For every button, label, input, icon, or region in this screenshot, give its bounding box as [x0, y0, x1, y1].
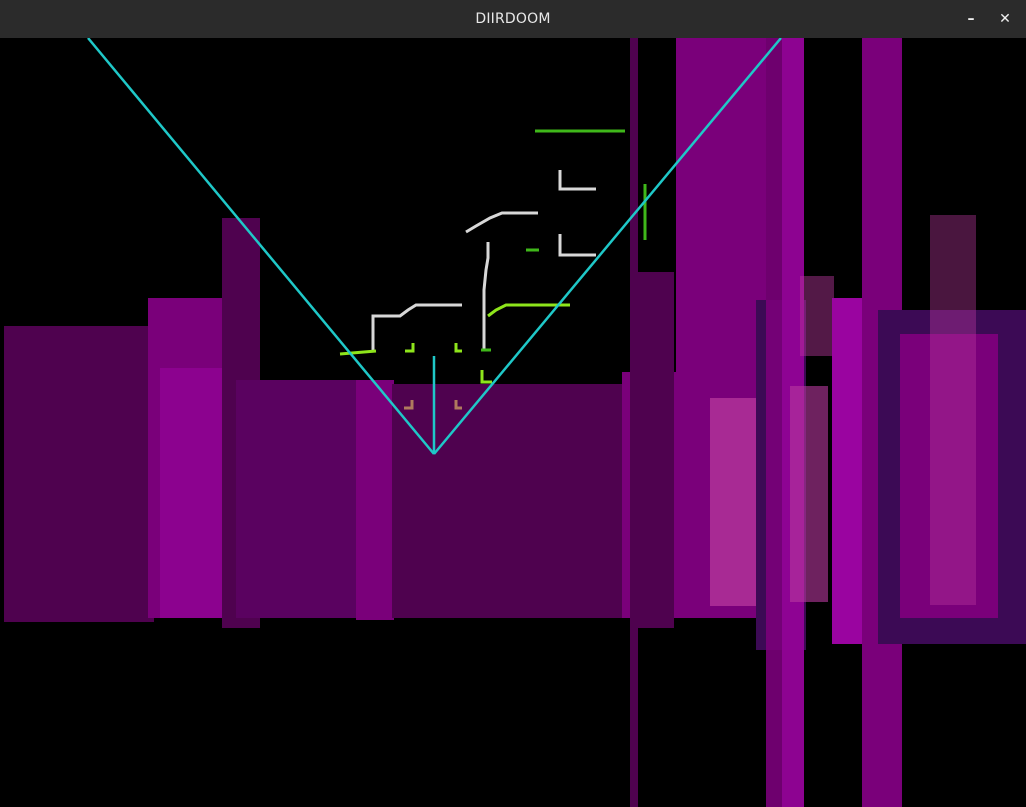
- automap-wall: [339, 349, 377, 356]
- render-canvas: [4, 38, 1026, 807]
- automap-wall: [405, 343, 415, 353]
- automap-wall: [558, 234, 596, 257]
- game-window: DIIRDOOM – ✕: [0, 0, 1026, 807]
- window-title: DIIRDOOM: [475, 11, 551, 27]
- minimize-button[interactable]: –: [960, 8, 982, 30]
- title-bar[interactable]: DIIRDOOM – ✕: [0, 0, 1026, 39]
- automap-wall: [480, 370, 492, 384]
- wall-column: [930, 215, 976, 605]
- automap-wall: [558, 170, 596, 191]
- close-icon: ✕: [999, 11, 1011, 27]
- wall-column: [236, 380, 356, 618]
- wall-column: [4, 326, 154, 622]
- wall-columns: [4, 38, 1026, 807]
- wall-column: [790, 386, 828, 602]
- automap-wall: [454, 343, 462, 353]
- wall-column: [356, 380, 394, 620]
- game-viewport[interactable]: [0, 38, 1026, 807]
- automap-wall: [482, 242, 490, 350]
- wall-column: [636, 272, 674, 628]
- wall-column: [800, 276, 834, 356]
- automap-overlay: [339, 129, 647, 410]
- wall-column: [392, 384, 628, 618]
- minimize-icon: –: [967, 11, 975, 27]
- close-button[interactable]: ✕: [994, 8, 1016, 30]
- automap-wall: [465, 211, 538, 234]
- automap-wall: [371, 303, 462, 350]
- wall-column: [160, 368, 224, 618]
